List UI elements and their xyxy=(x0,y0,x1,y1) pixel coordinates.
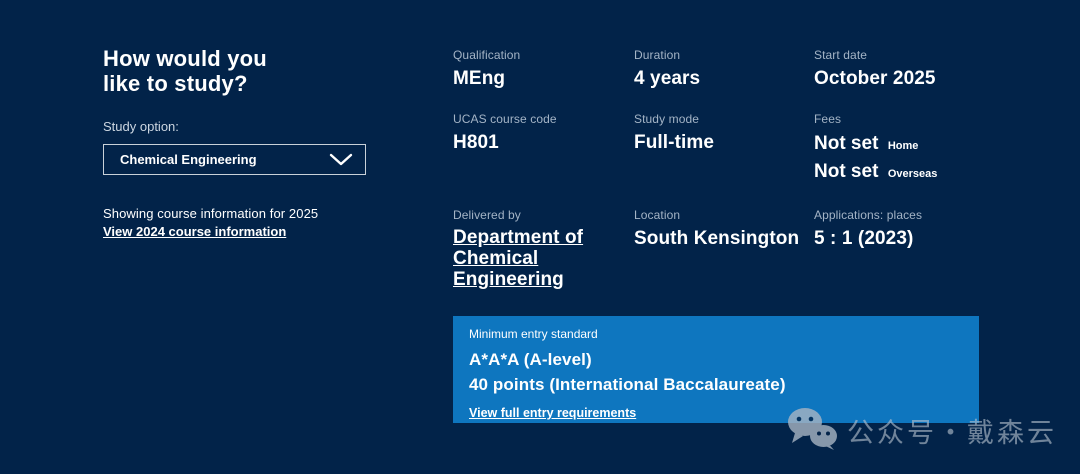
duration-value: 4 years xyxy=(634,68,701,89)
fees-home-tag: Home xyxy=(887,140,919,152)
duration-label: Duration xyxy=(634,48,681,62)
course-info-page: How would you like to study? Study optio… xyxy=(0,0,1080,474)
entry-ib-value: 40 points (International Baccalaureate) xyxy=(469,375,786,394)
fees-home-value: Not set xyxy=(814,133,879,154)
study-option-label: Study option: xyxy=(103,119,179,134)
course-info-grid: Qualification MEng Duration 4 years Star… xyxy=(453,48,983,311)
study-option-dropdown[interactable]: Chemical Engineering xyxy=(103,144,366,175)
entry-standard-label: Minimum entry standard xyxy=(469,327,598,341)
study-panel: How would you like to study? Study optio… xyxy=(103,46,403,241)
start-date-label: Start date xyxy=(814,48,868,62)
ucas-code-cell: UCAS course code H801 xyxy=(453,112,634,187)
minimum-entry-standard-box: Minimum entry standard A*A*A (A-level) 4… xyxy=(453,316,979,423)
page-title: How would you like to study? xyxy=(103,46,403,96)
duration-cell: Duration 4 years xyxy=(634,48,814,91)
qualification-label: Qualification xyxy=(453,48,521,62)
study-option-selected-value: Chemical Engineering xyxy=(120,152,257,167)
location-label: Location xyxy=(634,208,681,222)
fees-overseas-line: Not set Overseas xyxy=(814,159,983,187)
info-grid-row-2: UCAS course code H801 Study mode Full-ti… xyxy=(453,112,983,187)
page-title-line2: like to study? xyxy=(103,71,248,96)
applications-value: 5 : 1 (2023) xyxy=(814,228,914,249)
applications-cell: Applications: places 5 : 1 (2023) xyxy=(814,208,983,290)
showing-course-info-text: Showing course information for 2025 xyxy=(103,206,319,221)
start-date-value: October 2025 xyxy=(814,68,936,89)
study-mode-cell: Study mode Full-time xyxy=(634,112,814,187)
location-cell: Location South Kensington xyxy=(634,208,814,290)
study-mode-value: Full-time xyxy=(634,132,715,153)
delivered-by-label: Delivered by xyxy=(453,208,521,222)
view-entry-requirements-link[interactable]: View full entry requirements xyxy=(469,406,636,420)
page-title-line1: How would you xyxy=(103,46,267,71)
department-link[interactable]: Department of Chemical Engineering xyxy=(453,227,585,290)
chevron-down-icon xyxy=(329,153,353,166)
applications-label: Applications: places xyxy=(814,208,923,222)
entry-a-level-value: A*A*A (A-level) xyxy=(469,350,592,369)
ucas-code-value: H801 xyxy=(453,132,499,153)
info-grid-row-1: Qualification MEng Duration 4 years Star… xyxy=(453,48,983,91)
qualification-cell: Qualification MEng xyxy=(453,48,634,91)
ucas-code-label: UCAS course code xyxy=(453,112,557,126)
location-value: South Kensington xyxy=(634,228,800,249)
delivered-by-cell: Delivered by Department of Chemical Engi… xyxy=(453,208,634,290)
fees-label: Fees xyxy=(814,112,842,126)
qualification-value: MEng xyxy=(453,68,506,89)
fees-overseas-tag: Overseas xyxy=(887,168,938,180)
info-grid-row-3: Delivered by Department of Chemical Engi… xyxy=(453,208,983,290)
study-mode-label: Study mode xyxy=(634,112,700,126)
start-date-cell: Start date October 2025 xyxy=(814,48,983,91)
view-2024-course-info-link[interactable]: View 2024 course information xyxy=(103,224,286,239)
fees-overseas-value: Not set xyxy=(814,161,879,182)
fees-home-line: Not set Home xyxy=(814,131,983,159)
fees-cell: Fees Not set Home Not set Overseas xyxy=(814,112,983,187)
